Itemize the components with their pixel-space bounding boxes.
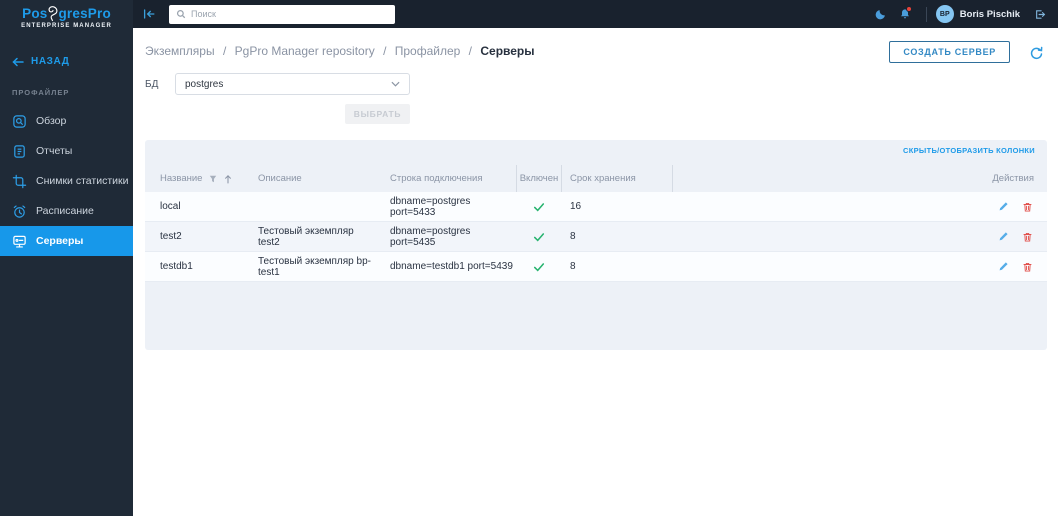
global-search — [169, 5, 395, 24]
back-arrow-icon — [12, 57, 24, 67]
db-label: БД — [145, 79, 158, 90]
breadcrumb-separator: / — [469, 44, 472, 58]
breadcrumb-item[interactable]: Профайлер — [395, 44, 461, 58]
collapse-sidebar-icon[interactable] — [137, 2, 161, 26]
user-name: Boris Pischik — [960, 9, 1020, 20]
cell-name: testdb1 — [145, 252, 243, 281]
search-input[interactable] — [191, 9, 388, 19]
cell-retention: 8 — [562, 252, 673, 281]
logo: Pos gresPro ENTERPRISE MANAGER — [0, 0, 133, 29]
column-header-name[interactable]: Название — [160, 173, 202, 184]
cell-name: local — [145, 192, 243, 221]
topbar-divider — [926, 7, 927, 22]
edit-icon[interactable] — [996, 260, 1010, 274]
refresh-icon[interactable] — [1029, 45, 1045, 61]
logo-tagline: ENTERPRISE MANAGER — [0, 23, 133, 29]
topbar: BP Boris Pischik — [133, 0, 1058, 28]
column-header-spacer — [673, 165, 975, 192]
cell-name: test2 — [145, 222, 243, 251]
notifications-bell-icon[interactable] — [893, 2, 917, 26]
check-icon — [533, 231, 545, 243]
toggle-columns-link[interactable]: СКРЫТЬ/ОТОБРАЗИТЬ КОЛОНКИ — [903, 146, 1035, 155]
elephant-logo-icon — [47, 5, 58, 22]
delete-icon[interactable] — [1020, 200, 1034, 214]
sidebar-item-schedule[interactable]: Расписание — [0, 196, 133, 226]
notification-badge — [906, 6, 912, 12]
edit-icon[interactable] — [996, 200, 1010, 214]
breadcrumb-item[interactable]: PgPro Manager repository — [235, 44, 375, 58]
delete-icon[interactable] — [1020, 260, 1034, 274]
overview-icon — [12, 114, 27, 129]
cell-connection: dbname=testdb1 port=5439 — [375, 252, 516, 281]
sidebar-nav: Обзор Отчеты Снимки статистики — [0, 106, 133, 256]
breadcrumb-current: Серверы — [480, 44, 534, 58]
sidebar-item-servers[interactable]: Серверы — [0, 226, 133, 256]
cell-retention: 8 — [562, 222, 673, 251]
column-header-enabled[interactable]: Включен — [516, 165, 562, 192]
back-button[interactable]: НАЗАД — [12, 56, 69, 67]
breadcrumb: Экземпляры / PgPro Manager repository / … — [145, 44, 535, 58]
topbar-right: BP Boris Pischik — [869, 2, 1058, 26]
cell-retention: 16 — [562, 192, 673, 221]
cell-description: Тестовый экземпляр bp-test1 — [243, 252, 375, 281]
search-icon — [176, 9, 186, 19]
db-select-value: postgres — [185, 79, 223, 90]
sort-up-icon[interactable] — [224, 174, 232, 184]
sidebar-item-label: Отчеты — [36, 145, 72, 157]
snapshots-icon — [12, 174, 27, 189]
sidebar-item-reports[interactable]: Отчеты — [0, 136, 133, 166]
column-header-actions: Действия — [975, 165, 1047, 192]
sidebar-item-label: Серверы — [36, 235, 83, 247]
edit-icon[interactable] — [996, 230, 1010, 244]
servers-icon — [12, 234, 27, 249]
table-row[interactable]: test2 Тестовый экземпляр test2 dbname=po… — [145, 222, 1047, 252]
table-header-row: Название Описание Строка подключения Вкл… — [145, 165, 1047, 192]
sidebar-item-snapshots[interactable]: Снимки статистики — [0, 166, 133, 196]
cell-spacer — [673, 252, 975, 281]
table-row[interactable]: local dbname=postgres port=5433 16 — [145, 192, 1047, 222]
cell-description: Тестовый экземпляр test2 — [243, 222, 375, 251]
column-header-retention[interactable]: Срок хранения — [562, 165, 673, 192]
reports-icon — [12, 144, 27, 159]
sidebar-section-label: ПРОФАЙЛЕР — [12, 88, 133, 97]
sidebar-item-label: Обзор — [36, 115, 66, 127]
column-header-connection[interactable]: Строка подключения — [375, 165, 516, 192]
sidebar-item-overview[interactable]: Обзор — [0, 106, 133, 136]
create-server-button[interactable]: СОЗДАТЬ СЕРВЕР — [889, 41, 1010, 63]
filter-icon[interactable] — [209, 175, 217, 183]
table-row[interactable]: testdb1 Тестовый экземпляр bp-test1 dbna… — [145, 252, 1047, 282]
dark-mode-icon[interactable] — [869, 2, 893, 26]
cell-spacer — [673, 222, 975, 251]
breadcrumb-separator: / — [223, 44, 226, 58]
back-label: НАЗАД — [31, 56, 69, 67]
delete-icon[interactable] — [1020, 230, 1034, 244]
breadcrumb-item[interactable]: Экземпляры — [145, 44, 215, 58]
servers-table-card: СКРЫТЬ/ОТОБРАЗИТЬ КОЛОНКИ Название Описа… — [145, 140, 1047, 350]
cell-connection: dbname=postgres port=5435 — [375, 222, 516, 251]
logout-icon[interactable] — [1027, 2, 1051, 26]
avatar[interactable]: BP — [936, 5, 954, 23]
check-icon — [533, 201, 545, 213]
schedule-icon — [12, 204, 27, 219]
logo-text-post: gresPro — [58, 6, 110, 21]
sidebar: Pos gresPro ENTERPRISE MANAGER НАЗАД ПРО… — [0, 0, 133, 516]
cell-description — [243, 192, 375, 221]
column-header-description[interactable]: Описание — [243, 165, 375, 192]
cell-spacer — [673, 192, 975, 221]
db-select[interactable]: postgres — [175, 73, 410, 95]
sidebar-item-label: Снимки статистики — [36, 175, 128, 187]
check-icon — [533, 261, 545, 273]
breadcrumb-separator: / — [383, 44, 386, 58]
cell-connection: dbname=postgres port=5433 — [375, 192, 516, 221]
chevron-down-icon — [391, 81, 400, 87]
sidebar-item-label: Расписание — [36, 205, 94, 217]
select-db-button[interactable]: ВЫБРАТЬ — [345, 104, 410, 124]
main-content: Экземпляры / PgPro Manager repository / … — [133, 28, 1058, 516]
logo-text-pre: Pos — [22, 6, 47, 21]
